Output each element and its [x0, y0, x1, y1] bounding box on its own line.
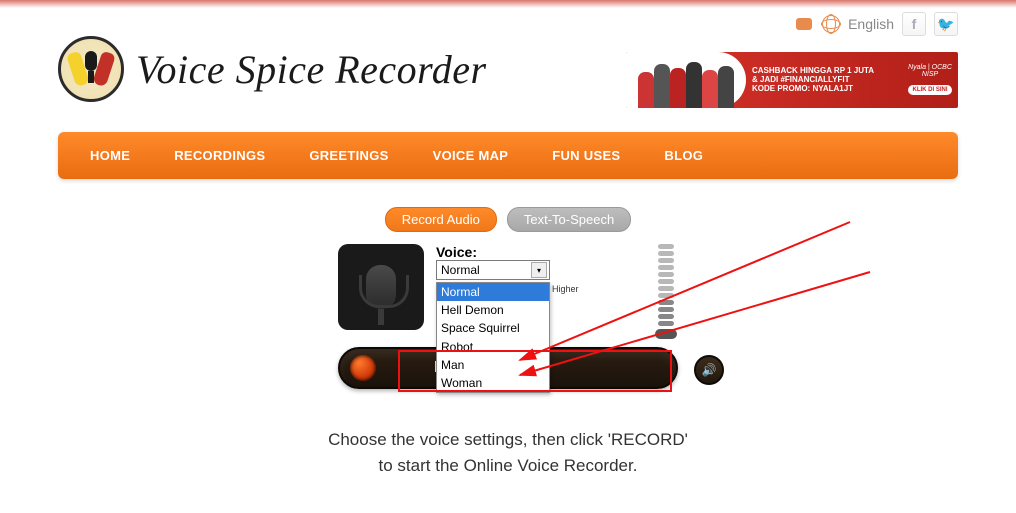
ad-banner[interactable]: CASHBACK HINGGA RP 1 JUTA & JADI #FINANC… [626, 52, 958, 108]
ad-people-graphic [626, 52, 746, 108]
volume-knob[interactable] [655, 329, 677, 339]
tab-record-audio[interactable]: Record Audio [385, 207, 497, 232]
voice-option-space-squirrel[interactable]: Space Squirrel [437, 319, 549, 337]
main-nav: HOME RECORDINGS GREETINGS VOICE MAP FUN … [58, 132, 958, 179]
voice-dropdown[interactable]: Normal Hell Demon Space Squirrel Robot M… [436, 282, 550, 393]
globe-icon [822, 15, 840, 33]
speaker-button[interactable]: 🔊 [694, 355, 724, 385]
speech-bubble-icon [796, 18, 812, 30]
language-selector[interactable]: English [848, 16, 894, 32]
nav-recordings[interactable]: RECORDINGS [152, 132, 287, 179]
voice-option-man[interactable]: Man [437, 356, 549, 374]
voice-select[interactable]: Normal ▾ [436, 260, 550, 280]
microphone-icon [85, 51, 97, 71]
nav-voice-map[interactable]: VOICE MAP [411, 132, 531, 179]
instructions-line1: Choose the voice settings, then click 'R… [58, 427, 958, 453]
voice-option-woman[interactable]: Woman [437, 374, 549, 392]
pitch-higher-label: Higher [552, 284, 579, 294]
voice-option-robot[interactable]: Robot [437, 338, 549, 356]
ad-brand: Nyala | OCBC NISP [902, 64, 958, 78]
mode-tabs: Record Audio Text-To-Speech [58, 207, 958, 232]
microphone-large-icon [366, 265, 396, 309]
nav-home[interactable]: HOME [68, 132, 152, 179]
nav-blog[interactable]: BLOG [642, 132, 725, 179]
ad-cta-button[interactable]: KLIK DI SINI [908, 85, 951, 95]
record-button[interactable] [350, 355, 376, 381]
voice-option-normal[interactable]: Normal [437, 283, 549, 301]
top-gradient-strip [0, 0, 1016, 8]
facebook-icon[interactable]: f [902, 12, 926, 36]
site-title: Voice Spice Recorder [136, 46, 487, 93]
chevron-down-icon: ▾ [531, 262, 547, 278]
instructions-line2: to start the Online Voice Recorder. [58, 453, 958, 479]
ad-side: Nyala | OCBC NISP KLIK DI SINI [902, 64, 958, 97]
ad-text: CASHBACK HINGGA RP 1 JUTA & JADI #FINANC… [746, 63, 902, 98]
recorder-panel: Voice: Normal ▾ Higher Normal Hell Demon… [338, 244, 678, 389]
voice-label: Voice: [436, 244, 642, 260]
ad-line2: & JADI #FINANCIALLYFIT [752, 76, 896, 85]
nav-fun-uses[interactable]: FUN USES [530, 132, 642, 179]
ad-line3: KODE PROMO: NYALA1JT [752, 84, 896, 93]
nav-greetings[interactable]: GREETINGS [287, 132, 410, 179]
site-logo[interactable] [58, 36, 124, 102]
twitter-icon[interactable]: 🐦 [934, 12, 958, 36]
volume-slider[interactable] [654, 244, 678, 339]
instructions: Choose the voice settings, then click 'R… [58, 427, 958, 480]
voice-select-value: Normal [441, 263, 480, 277]
pitch-labels: Higher [552, 284, 579, 294]
tab-text-to-speech[interactable]: Text-To-Speech [507, 207, 631, 232]
voice-option-hell-demon[interactable]: Hell Demon [437, 301, 549, 319]
microphone-tile [338, 244, 424, 330]
